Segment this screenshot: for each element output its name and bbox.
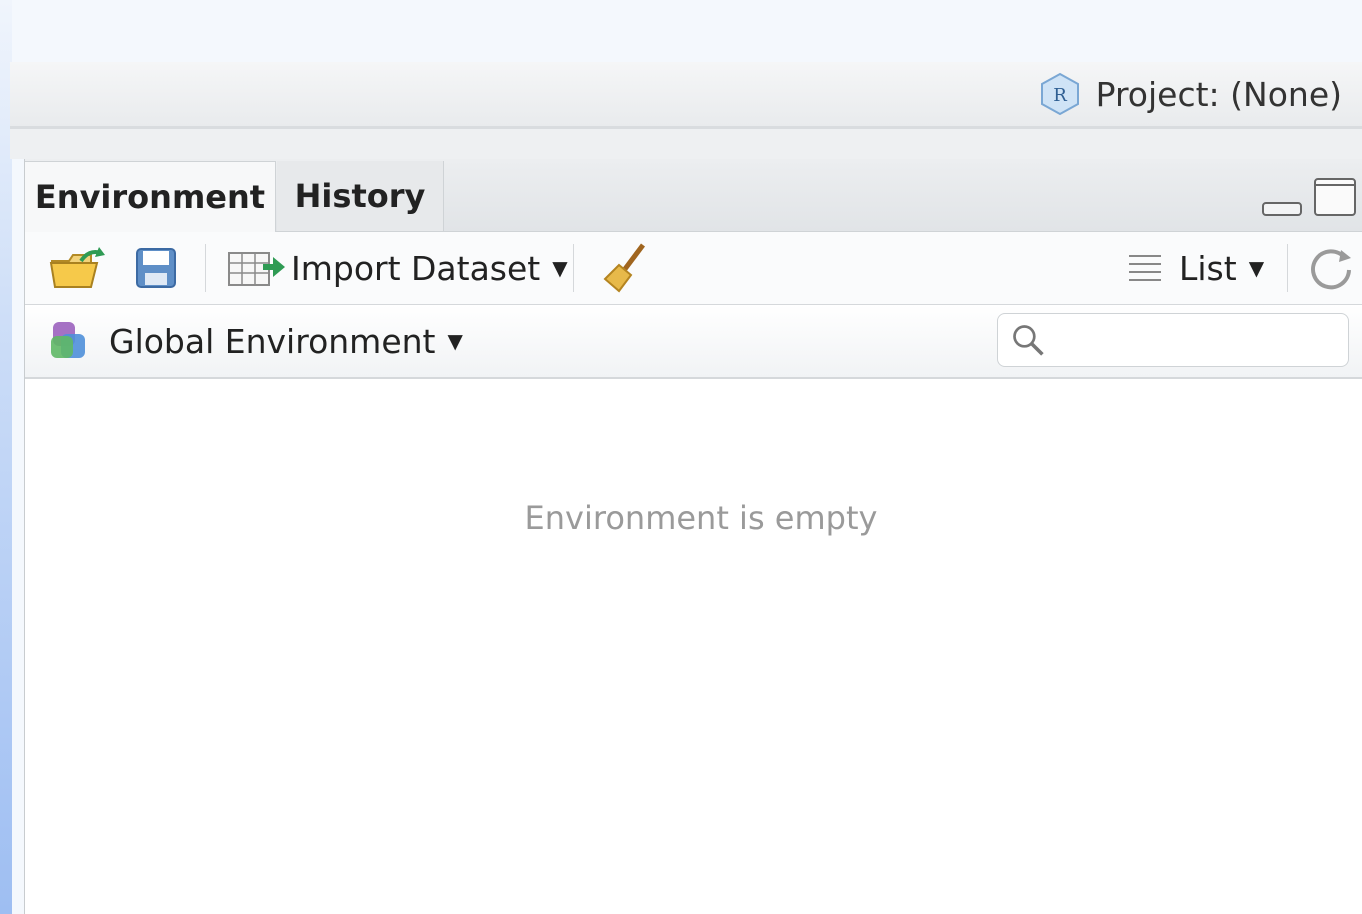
environment-label: Global Environment (109, 321, 436, 361)
view-mode-label: List (1179, 248, 1237, 288)
tab-history-label: History (294, 177, 426, 215)
environment-selector-bar: Global Environment ▼ (25, 305, 1362, 379)
view-mode-dropdown[interactable]: List ▼ (1125, 232, 1264, 304)
import-dataset-label: Import Dataset (291, 248, 541, 288)
tab-history[interactable]: History (277, 161, 444, 231)
refresh-icon (1311, 249, 1351, 290)
global-environment-dropdown[interactable]: Global Environment ▼ (47, 305, 463, 377)
environment-toolbar: Import Dataset ▼ List ▼ (25, 232, 1362, 305)
clear-workspace-button[interactable] (597, 232, 651, 304)
pane-gap (10, 129, 1362, 159)
chevron-down-icon: ▼ (1248, 256, 1265, 280)
minimize-pane-icon[interactable] (1261, 197, 1305, 217)
environment-pane: Environment History Import Dataset ▼ Lis… (24, 159, 1362, 914)
r-project-icon: R (1040, 72, 1079, 116)
empty-environment-message: Environment is empty (524, 499, 878, 537)
pane-tabbar: Environment History (25, 159, 1362, 232)
pane-window-controls (1261, 177, 1357, 217)
toolbar-separator (573, 244, 574, 292)
broom-icon (603, 243, 645, 293)
tab-environment[interactable]: Environment (25, 161, 276, 232)
environment-icon (51, 322, 85, 358)
toolbar-separator (1287, 244, 1288, 292)
environment-search[interactable] (997, 313, 1349, 367)
tab-environment-label: Environment (34, 178, 266, 216)
save-workspace-button[interactable] (133, 232, 179, 304)
search-input[interactable] (1054, 324, 1348, 356)
save-icon (136, 248, 176, 288)
chevron-down-icon: ▼ (552, 256, 568, 280)
search-icon (1013, 325, 1044, 356)
svg-text:R: R (1053, 85, 1067, 106)
import-dataset-icon (228, 252, 285, 286)
project-menu[interactable]: R Project: (None) (1038, 66, 1342, 122)
import-dataset-button[interactable]: Import Dataset ▼ (225, 232, 568, 304)
maximize-pane-icon[interactable] (1313, 177, 1357, 217)
open-folder-icon (49, 247, 105, 288)
list-view-icon (1129, 255, 1161, 281)
load-workspace-button[interactable] (47, 232, 107, 304)
project-label: Project: (None) (1095, 74, 1342, 114)
toolbar-separator (205, 244, 206, 292)
refresh-button[interactable] (1307, 232, 1355, 304)
chevron-down-icon: ▼ (447, 329, 463, 353)
